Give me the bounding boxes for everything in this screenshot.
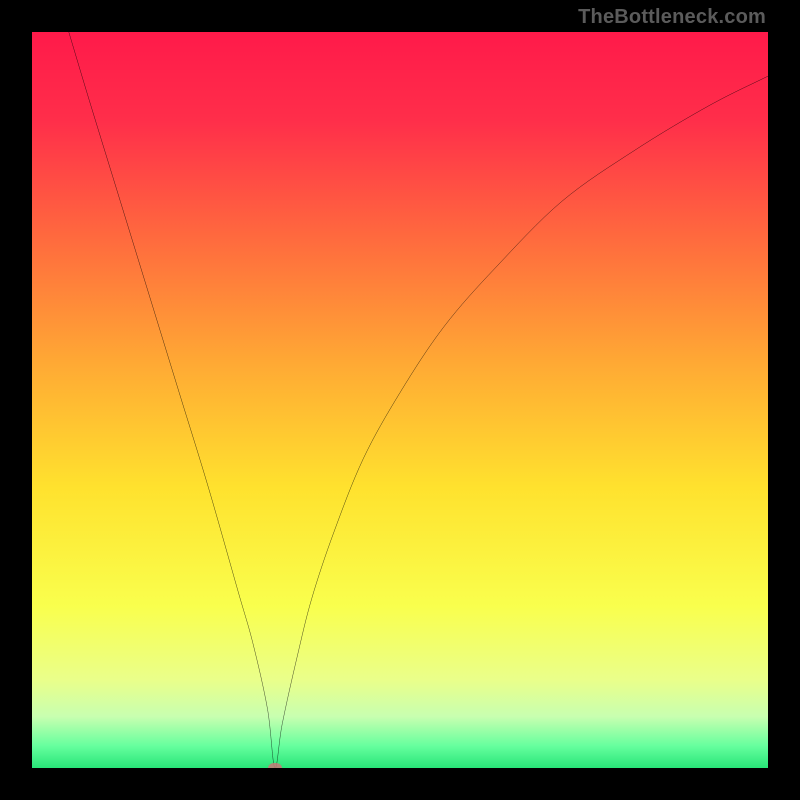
bottleneck-curve	[32, 32, 768, 768]
plot-area	[32, 32, 768, 768]
watermark-text: TheBottleneck.com	[578, 6, 766, 29]
minimum-marker	[268, 763, 282, 768]
chart-frame: TheBottleneck.com	[0, 0, 800, 800]
